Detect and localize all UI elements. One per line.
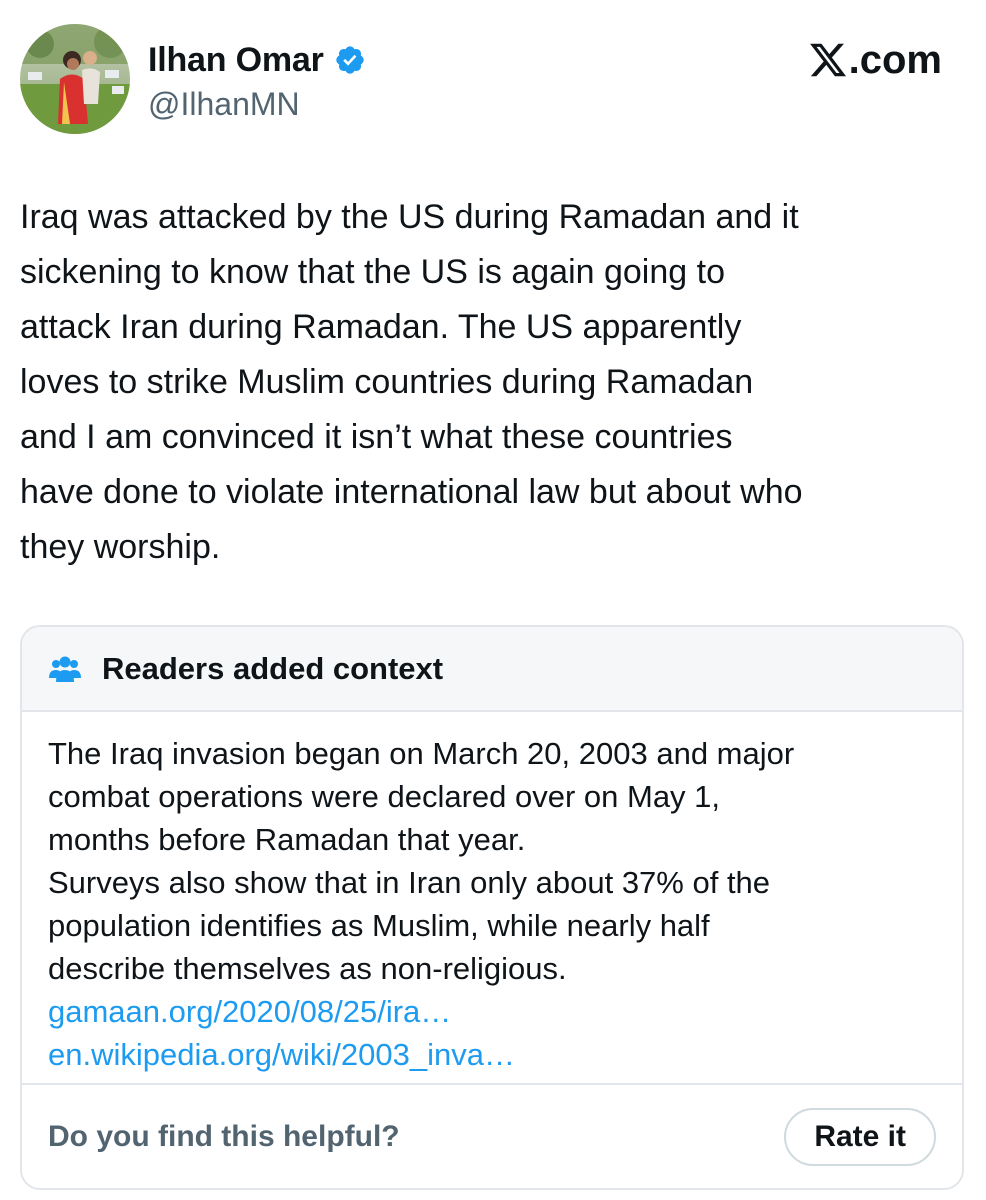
x-com-logo: .com xyxy=(808,36,942,84)
avatar-photo xyxy=(20,24,130,134)
note-paragraph-2: Surveys also show that in Iran only abou… xyxy=(48,865,771,986)
avatar[interactable] xyxy=(20,24,130,134)
verified-badge-icon xyxy=(335,46,364,74)
rate-it-button[interactable]: Rate it xyxy=(784,1107,936,1166)
author-handle[interactable]: @IlhanMN xyxy=(148,84,300,124)
x-com-text: .com xyxy=(848,38,942,82)
helpful-prompt: Do you find this helpful? xyxy=(48,1119,400,1153)
tweet-text: Iraq was attacked by the US during Ramad… xyxy=(20,198,803,566)
community-note-title: Readers added context xyxy=(102,650,444,686)
author-name-row[interactable]: Ilhan Omar xyxy=(148,40,366,80)
community-note: Readers added context The Iraq invasion … xyxy=(20,625,964,1190)
note-source-link-1[interactable]: gamaan.org/2020/08/25/ira… xyxy=(48,990,936,1033)
note-paragraph-1: The Iraq invasion began on March 20, 200… xyxy=(48,736,795,857)
community-note-header: Readers added context xyxy=(22,627,962,712)
community-note-body: The Iraq invasion began on March 20, 200… xyxy=(22,712,962,1076)
community-note-footer: Do you find this helpful? Rate it xyxy=(22,1083,962,1188)
x-logo-icon xyxy=(809,43,846,77)
author-display-name[interactable]: Ilhan Omar xyxy=(148,40,324,80)
people-icon xyxy=(49,656,81,682)
note-source-link-2[interactable]: en.wikipedia.org/wiki/2003_inva… xyxy=(48,1033,936,1076)
